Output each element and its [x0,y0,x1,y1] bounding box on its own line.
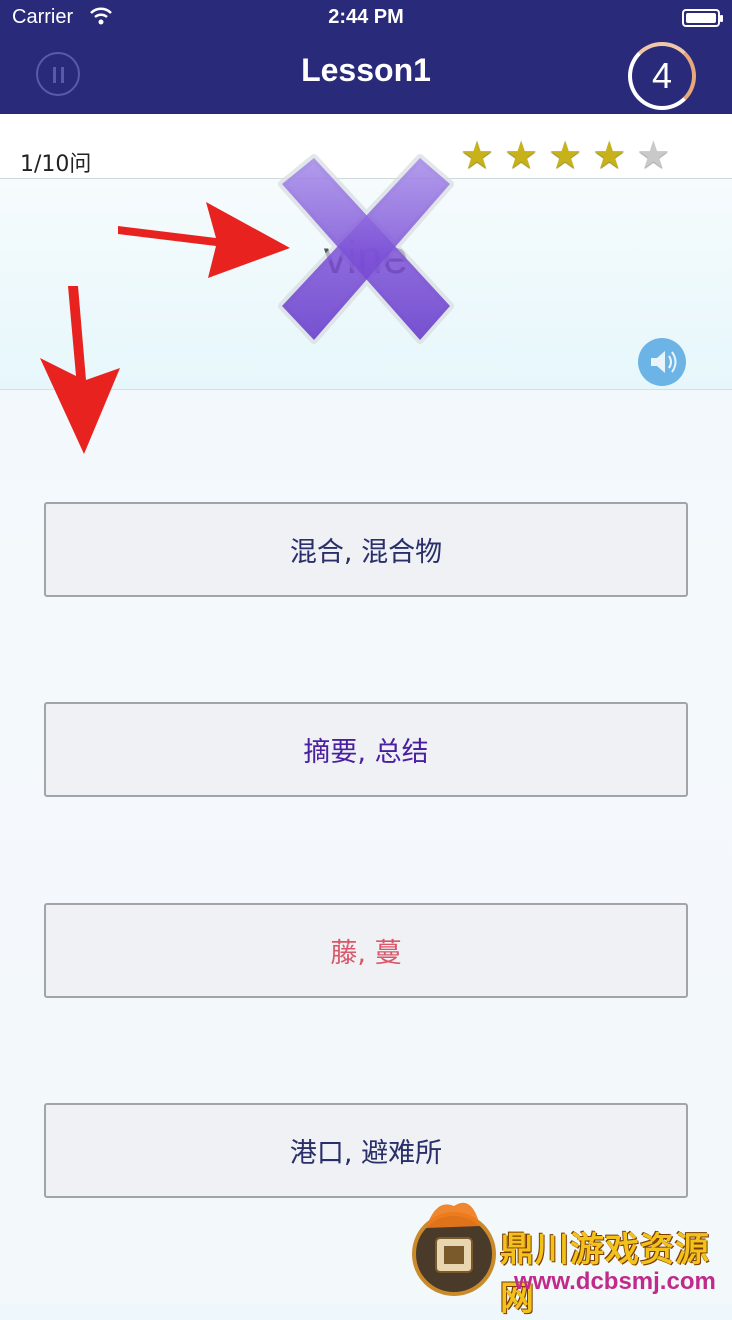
star-empty-icon: ★ [636,133,671,177]
arrow-down-annotation [40,286,120,454]
star-rating: ★ ★ ★ ★ ★ [460,136,670,174]
speaker-button[interactable] [638,338,686,386]
wrong-x-icon [278,154,454,344]
star-icon: ★ [548,133,583,177]
lesson-title: Lesson1 [301,52,431,88]
star-icon: ★ [504,133,539,177]
clock: 2:44 PM [328,6,404,28]
nav-bar: Lesson1 4 [0,38,732,114]
answer-option-4[interactable]: 港口, 避难所 [44,1103,688,1198]
status-bar: Carrier 2:44 PM [0,0,732,38]
answer-option-1[interactable]: 混合, 混合物 [44,502,688,597]
battery-icon [682,9,723,27]
question-progress: 1/10问 [20,152,92,177]
arrow-right-annotation [118,202,290,278]
watermark-url: www.dcbsmj.com [514,1268,716,1295]
answer-option-3[interactable]: 藤, 蔓 [44,903,688,998]
answer-option-2[interactable]: 摘要, 总结 [44,702,688,797]
countdown-counter: 4 [628,42,696,110]
star-icon: ★ [592,133,627,177]
speaker-icon [651,351,677,373]
